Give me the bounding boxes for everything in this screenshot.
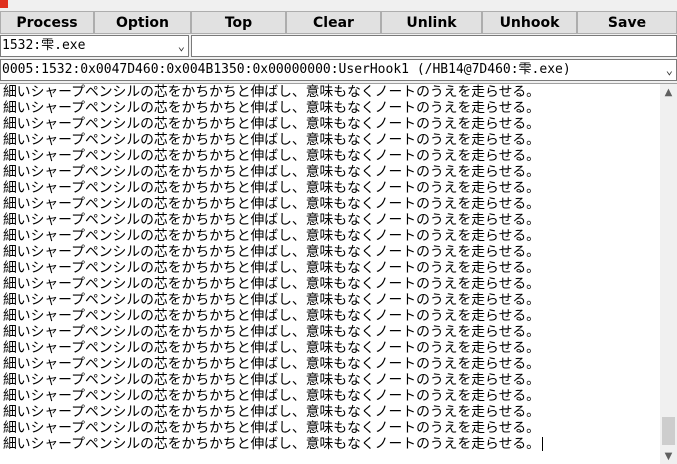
scroll-down-arrow-icon[interactable]: ▼ — [660, 448, 677, 464]
text-caret — [541, 437, 543, 451]
process-select-value: 1532:雫.exe — [2, 38, 86, 53]
chevron-down-icon[interactable]: ⌄ — [665, 60, 673, 80]
output-line-text: 細いシャープペンシルの芯をかちかちと伸ばし、意味もなくノートのうえを走らせる。 — [3, 436, 540, 452]
chevron-down-icon[interactable]: ⌄ — [178, 36, 185, 56]
vertical-scrollbar[interactable]: ▲ ▼ — [660, 84, 677, 464]
texthook-window: Process Option Top Clear Unlink Unhook S… — [0, 0, 677, 464]
output-line: 細いシャープペンシルの芯をかちかちと伸ばし、意味もなくノートのうえを走らせる。 — [3, 420, 540, 436]
scroll-up-arrow-icon[interactable]: ▲ — [660, 84, 677, 101]
output-line: 細いシャープペンシルの芯をかちかちと伸ばし、意味もなくノートのうえを走らせる。 — [3, 292, 540, 308]
process-select[interactable]: 1532:雫.exe ⌄ — [0, 35, 189, 57]
output-line: 細いシャープペンシルの芯をかちかちと伸ばし、意味もなくノートのうえを走らせる。 — [3, 228, 540, 244]
output-line: 細いシャープペンシルの芯をかちかちと伸ばし、意味もなくノートのうえを走らせる。 — [3, 196, 540, 212]
clear-button[interactable]: Clear — [286, 11, 381, 34]
output-line: 細いシャープペンシルの芯をかちかちと伸ばし、意味もなくノートのうえを走らせる。 — [3, 148, 540, 164]
output-lines: 細いシャープペンシルの芯をかちかちと伸ばし、意味もなくノートのうえを走らせる。細… — [3, 84, 658, 462]
output-line: 細いシャープペンシルの芯をかちかちと伸ばし、意味もなくノートのうえを走らせる。 — [3, 244, 540, 260]
output-line: 細いシャープペンシルの芯をかちかちと伸ばし、意味もなくノートのうえを走らせる。 — [3, 164, 540, 180]
save-button[interactable]: Save — [577, 11, 677, 34]
output-line: 細いシャープペンシルの芯をかちかちと伸ばし、意味もなくノートのうえを走らせる。 — [3, 324, 540, 340]
output-line: 細いシャープペンシルの芯をかちかちと伸ばし、意味もなくノートのうえを走らせる。 — [3, 372, 540, 388]
output-line: 細いシャープペンシルの芯をかちかちと伸ばし、意味もなくノートのうえを走らせる。 — [3, 356, 540, 372]
process-button[interactable]: Process — [0, 11, 94, 34]
output-line: 細いシャープペンシルの芯をかちかちと伸ばし、意味もなくノートのうえを走らせる。 — [3, 388, 540, 404]
toolbar: Process Option Top Clear Unlink Unhook S… — [0, 11, 677, 34]
output-line: 細いシャープペンシルの芯をかちかちと伸ばし、意味もなくノートのうえを走らせる。 — [3, 308, 540, 324]
top-button[interactable]: Top — [191, 11, 286, 34]
unlink-button[interactable]: Unlink — [381, 11, 482, 34]
output-line: 細いシャープペンシルの芯をかちかちと伸ばし、意味もなくノートのうえを走らせる。 — [3, 116, 540, 132]
app-icon — [0, 0, 8, 8]
scrollbar-thumb[interactable] — [662, 416, 675, 445]
output-line: 細いシャープペンシルの芯をかちかちと伸ばし、意味もなくノートのうえを走らせる。 — [3, 436, 658, 452]
unhook-button[interactable]: Unhook — [482, 11, 577, 34]
output-line: 細いシャープペンシルの芯をかちかちと伸ばし、意味もなくノートのうえを走らせる。 — [3, 100, 540, 116]
command-input[interactable] — [191, 35, 677, 57]
output-line: 細いシャープペンシルの芯をかちかちと伸ばし、意味もなくノートのうえを走らせる。 — [3, 84, 540, 100]
output-textarea[interactable]: 細いシャープペンシルの芯をかちかちと伸ばし、意味もなくノートのうえを走らせる。細… — [0, 83, 677, 464]
option-button[interactable]: Option — [94, 11, 191, 34]
hook-select[interactable]: 0005:1532:0x0047D460:0x004B1350:0x000000… — [0, 59, 677, 81]
process-row: 1532:雫.exe ⌄ — [0, 35, 677, 57]
output-line: 細いシャープペンシルの芯をかちかちと伸ばし、意味もなくノートのうえを走らせる。 — [3, 132, 540, 148]
hook-select-value: 0005:1532:0x0047D460:0x004B1350:0x000000… — [2, 62, 571, 77]
output-line: 細いシャープペンシルの芯をかちかちと伸ばし、意味もなくノートのうえを走らせる。 — [3, 260, 540, 276]
output-line: 細いシャープペンシルの芯をかちかちと伸ばし、意味もなくノートのうえを走らせる。 — [3, 404, 540, 420]
output-line: 細いシャープペンシルの芯をかちかちと伸ばし、意味もなくノートのうえを走らせる。 — [3, 180, 540, 196]
output-line: 細いシャープペンシルの芯をかちかちと伸ばし、意味もなくノートのうえを走らせる。 — [3, 276, 540, 292]
output-line: 細いシャープペンシルの芯をかちかちと伸ばし、意味もなくノートのうえを走らせる。 — [3, 340, 540, 356]
output-line: 細いシャープペンシルの芯をかちかちと伸ばし、意味もなくノートのうえを走らせる。 — [3, 212, 540, 228]
